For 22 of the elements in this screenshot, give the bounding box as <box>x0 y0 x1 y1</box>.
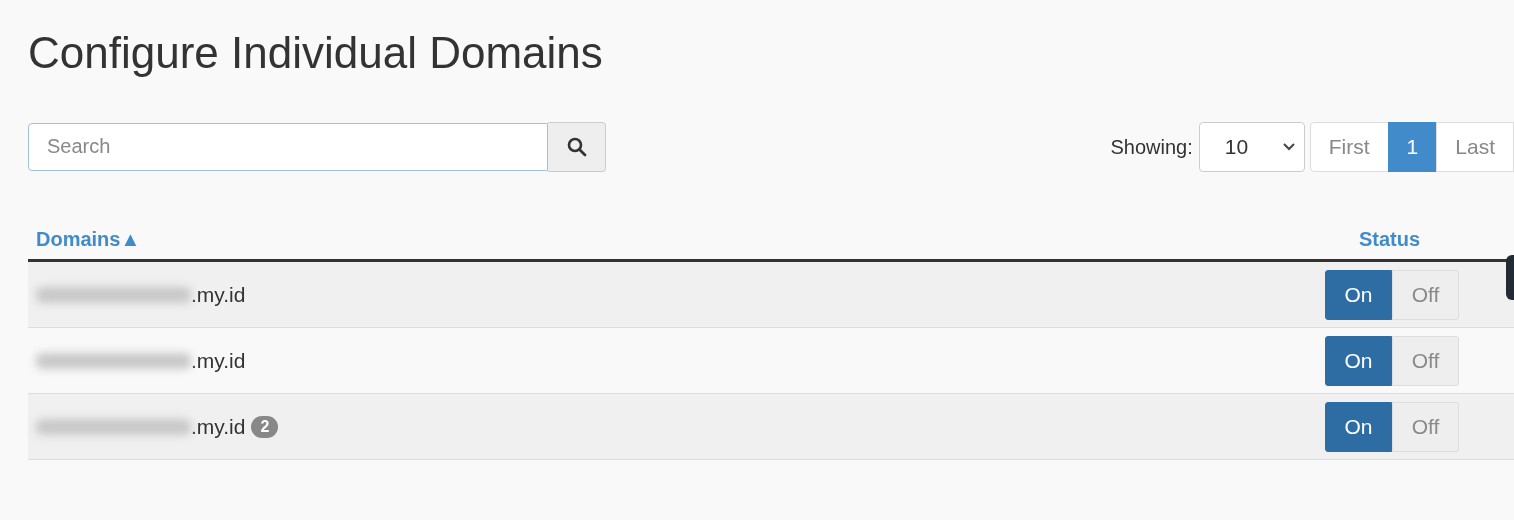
page-title: Configure Individual Domains <box>28 27 604 79</box>
domain-name: .my.id <box>191 282 246 307</box>
page-button[interactable]: 1 <box>1387 122 1438 172</box>
search-field[interactable]: Search <box>28 122 548 171</box>
on-button[interactable]: On <box>1325 401 1392 452</box>
off-button[interactable]: Off <box>1392 269 1459 320</box>
off-button[interactable]: Off <box>1392 335 1459 386</box>
page-button[interactable]: Last <box>1436 122 1514 172</box>
page-button[interactable]: First <box>1309 122 1389 172</box>
on-button[interactable]: On <box>1325 335 1392 386</box>
domain-name: .my.id <box>191 414 246 439</box>
count-badge: 2 <box>251 415 279 438</box>
column-header[interactable]: Domains▲ <box>28 228 149 251</box>
off-button[interactable]: Off <box>1392 401 1459 452</box>
search-icon <box>566 136 587 157</box>
chevron-down-icon <box>1281 142 1296 152</box>
column-header[interactable]: Status <box>1350 228 1428 251</box>
showing-label: Showing: <box>1110 135 1193 159</box>
on-button[interactable]: On <box>1325 269 1392 320</box>
page-size-select[interactable]: 10 <box>1198 122 1305 172</box>
search-button[interactable] <box>548 121 606 172</box>
domain-name: .my.id <box>191 348 246 373</box>
